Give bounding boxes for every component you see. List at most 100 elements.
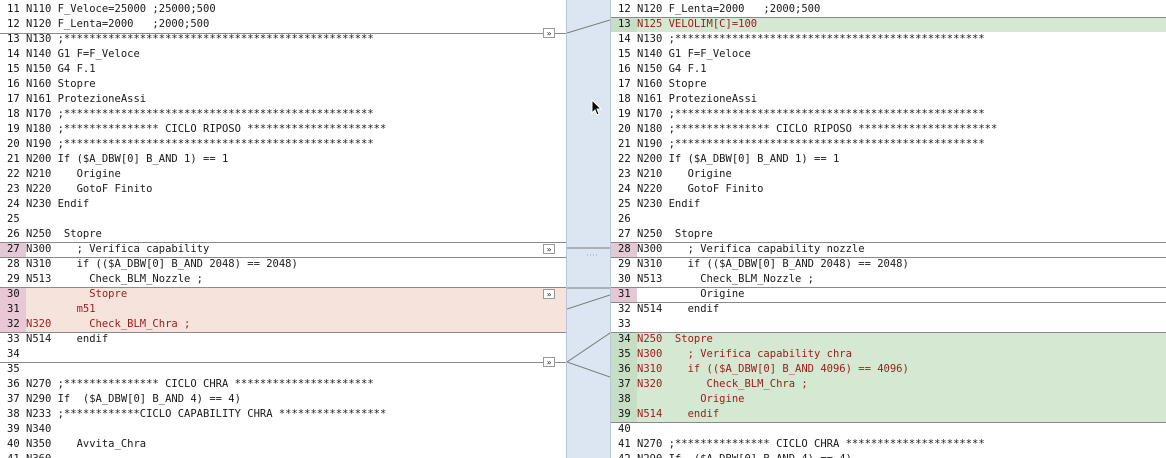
code-line[interactable]: 40 N350 Avvita_Chra bbox=[0, 437, 566, 452]
code-text[interactable]: N513 Check_BLM_Nozzle ; bbox=[26, 272, 203, 287]
copy-right-arrow-icon[interactable]: » bbox=[543, 244, 555, 254]
code-line[interactable]: 35 bbox=[0, 362, 566, 377]
right-file-pane[interactable]: 12 N120 F_Lenta=2000 ;2000;500 13 N125 VELO… bbox=[611, 0, 1166, 458]
code-line[interactable]: 12 N120 F_Lenta=2000 ;2000;500 bbox=[0, 17, 566, 32]
code-line[interactable]: 27 N250 Stopre bbox=[611, 227, 1166, 242]
code-line[interactable]: 39 N514 endif bbox=[611, 407, 1166, 422]
code-line[interactable]: 32 N320 Check_BLM_Chra ; bbox=[0, 317, 566, 332]
code-line[interactable]: 36 N270 ;*************** CICLO CHRA *****… bbox=[0, 377, 566, 392]
code-text[interactable]: N300 ; Verifica capability bbox=[26, 242, 209, 257]
code-line[interactable]: 12 N120 F_Lenta=2000 ;2000;500 bbox=[611, 2, 1166, 17]
code-line[interactable]: 37 N290 If ($A_DBW[0] B_AND 4) == 4) bbox=[0, 392, 566, 407]
code-text[interactable]: N120 F_Lenta=2000 ;2000;500 bbox=[637, 2, 820, 17]
code-text[interactable]: N130 ;**********************************… bbox=[26, 32, 374, 47]
code-text[interactable]: N350 Avvita_Chra bbox=[26, 437, 146, 452]
code-text[interactable]: N360 bbox=[26, 452, 51, 458]
code-text[interactable]: N250 Stopre bbox=[637, 332, 713, 347]
code-text[interactable]: N220 GotoF Finito bbox=[637, 182, 763, 197]
code-text[interactable]: N513 Check_BLM_Nozzle ; bbox=[637, 272, 814, 287]
code-text[interactable]: N310 if (($A_DBW[0] B_AND 2048) == 2048) bbox=[637, 257, 909, 272]
code-line[interactable]: 21 N190 ;********************************… bbox=[611, 137, 1166, 152]
code-text[interactable]: N150 G4 F.1 bbox=[637, 62, 707, 77]
code-line[interactable]: 24 N220 GotoF Finito bbox=[611, 182, 1166, 197]
code-text[interactable]: N300 ; Verifica capability chra bbox=[637, 347, 852, 362]
code-text[interactable]: N220 GotoF Finito bbox=[26, 182, 152, 197]
code-text[interactable]: Origine bbox=[637, 287, 744, 302]
code-line[interactable]: 14 N140 G1 F=F_Veloce bbox=[0, 47, 566, 62]
code-text[interactable]: N210 Origine bbox=[637, 167, 732, 182]
code-line[interactable]: 26 bbox=[611, 212, 1166, 227]
code-text[interactable]: N190 ;**********************************… bbox=[637, 137, 985, 152]
code-text[interactable]: N310 if (($A_DBW[0] B_AND 4096) == 4096) bbox=[637, 362, 909, 377]
code-text[interactable]: N130 ;**********************************… bbox=[637, 32, 985, 47]
code-line[interactable]: 34 bbox=[0, 347, 566, 362]
code-text[interactable]: N160 Stopre bbox=[637, 77, 707, 92]
code-text[interactable]: N270 ;*************** CICLO CHRA *******… bbox=[637, 437, 985, 452]
code-text[interactable]: N320 Check_BLM_Chra ; bbox=[637, 377, 808, 392]
code-text[interactable]: N290 If ($A_DBW[0] B_AND 4) == 4) bbox=[26, 392, 241, 407]
code-line[interactable]: 22 N200 If ($A_DBW[0] B_AND 1) == 1 bbox=[611, 152, 1166, 167]
code-line[interactable]: 31 m51 bbox=[0, 302, 566, 317]
code-line[interactable]: 11 N110 F_Veloce=25000 ;25000;500 bbox=[0, 2, 566, 17]
code-line[interactable]: 42N290 If ($A_DBW[0] B_AND 4) == 4) bbox=[611, 452, 1166, 458]
code-line[interactable]: 29 N310 if (($A_DBW[0] B_AND 2048) == 204… bbox=[611, 257, 1166, 272]
code-line[interactable]: 30 Stopre bbox=[0, 287, 566, 302]
code-text[interactable]: N200 If ($A_DBW[0] B_AND 1) == 1 bbox=[637, 152, 839, 167]
code-text[interactable]: N250 Stopre bbox=[637, 227, 713, 242]
code-line[interactable]: 26 N250 Stopre bbox=[0, 227, 566, 242]
code-text[interactable]: N290 If ($A_DBW[0] B_AND 4) == 4) bbox=[637, 452, 852, 458]
copy-right-arrow-icon[interactable]: » bbox=[543, 289, 555, 299]
code-line[interactable]: 41N360 bbox=[0, 452, 566, 458]
code-text[interactable]: N161 ProtezioneAssi bbox=[637, 92, 757, 107]
code-line[interactable]: 19 N180 ;*************** CICLO RIPOSO ***… bbox=[0, 122, 566, 137]
code-text[interactable]: N160 Stopre bbox=[26, 77, 96, 92]
code-text[interactable]: N230 Endif bbox=[637, 197, 700, 212]
code-line[interactable]: 30 N513 Check_BLM_Nozzle ; bbox=[611, 272, 1166, 287]
code-text[interactable]: N140 G1 F=F_Veloce bbox=[637, 47, 751, 62]
code-line[interactable]: 25 bbox=[0, 212, 566, 227]
code-text[interactable]: N300 ; Verifica capability nozzle bbox=[637, 242, 865, 257]
code-line[interactable]: 20 N190 ;********************************… bbox=[0, 137, 566, 152]
code-text[interactable]: N170 ;**********************************… bbox=[26, 107, 374, 122]
code-line[interactable]: 32 N514 endif bbox=[611, 302, 1166, 317]
code-text[interactable]: N150 G4 F.1 bbox=[26, 62, 96, 77]
code-line[interactable]: 17 N161 ProtezioneAssi bbox=[0, 92, 566, 107]
code-line[interactable]: 28 N310 if (($A_DBW[0] B_AND 2048) == 204… bbox=[0, 257, 566, 272]
copy-right-arrow-icon[interactable]: » bbox=[543, 357, 555, 367]
code-text[interactable]: N514 endif bbox=[637, 407, 719, 422]
code-line[interactable]: 40 bbox=[611, 422, 1166, 437]
code-line[interactable]: 37 N320 Check_BLM_Chra ; bbox=[611, 377, 1166, 392]
code-text[interactable]: N514 endif bbox=[637, 302, 719, 317]
code-text[interactable]: Stopre bbox=[26, 287, 127, 302]
code-text[interactable]: N110 F_Veloce=25000 ;25000;500 bbox=[26, 2, 216, 17]
code-text[interactable]: Origine bbox=[637, 392, 744, 407]
code-line[interactable]: 33 bbox=[611, 317, 1166, 332]
code-line[interactable]: 13 N125 VELOLIM[C]=100 bbox=[611, 17, 1166, 32]
code-line[interactable]: 20 N180 ;*************** CICLO RIPOSO ***… bbox=[611, 122, 1166, 137]
code-line[interactable]: 27 N300 ; Verifica capability bbox=[0, 242, 566, 257]
code-text[interactable]: N161 ProtezioneAssi bbox=[26, 92, 146, 107]
code-line[interactable]: 35 N300 ; Verifica capability chra bbox=[611, 347, 1166, 362]
code-line[interactable]: 25 N230 Endif bbox=[611, 197, 1166, 212]
code-text[interactable]: N340 bbox=[26, 422, 51, 437]
code-line[interactable]: 38 Origine bbox=[611, 392, 1166, 407]
code-line[interactable]: 13 N130 ;********************************… bbox=[0, 32, 566, 47]
code-text[interactable]: N190 ;**********************************… bbox=[26, 137, 374, 152]
code-line[interactable]: 16 N150 G4 F.1 bbox=[611, 62, 1166, 77]
code-line[interactable]: 36 N310 if (($A_DBW[0] B_AND 4096) == 409… bbox=[611, 362, 1166, 377]
code-line[interactable]: 14 N130 ;********************************… bbox=[611, 32, 1166, 47]
code-line[interactable]: 19 N170 ;********************************… bbox=[611, 107, 1166, 122]
code-line[interactable]: 34 N250 Stopre bbox=[611, 332, 1166, 347]
left-file-pane[interactable]: 11 N110 F_Veloce=25000 ;25000;500 12 N120 F… bbox=[0, 0, 566, 458]
code-line[interactable]: 33 N514 endif bbox=[0, 332, 566, 347]
code-text[interactable]: N250 Stopre bbox=[26, 227, 102, 242]
code-line[interactable]: 24 N230 Endif bbox=[0, 197, 566, 212]
code-text[interactable]: N180 ;*************** CICLO RIPOSO *****… bbox=[26, 122, 386, 137]
code-line[interactable]: 39 N340 bbox=[0, 422, 566, 437]
code-text[interactable]: N200 If ($A_DBW[0] B_AND 1) == 1 bbox=[26, 152, 228, 167]
code-text[interactable]: N210 Origine bbox=[26, 167, 121, 182]
code-line[interactable]: 41 N270 ;*************** CICLO CHRA *****… bbox=[611, 437, 1166, 452]
code-text[interactable]: N270 ;*************** CICLO CHRA *******… bbox=[26, 377, 374, 392]
code-text[interactable]: N170 ;**********************************… bbox=[637, 107, 985, 122]
code-text[interactable]: N320 Check_BLM_Chra ; bbox=[26, 317, 190, 332]
